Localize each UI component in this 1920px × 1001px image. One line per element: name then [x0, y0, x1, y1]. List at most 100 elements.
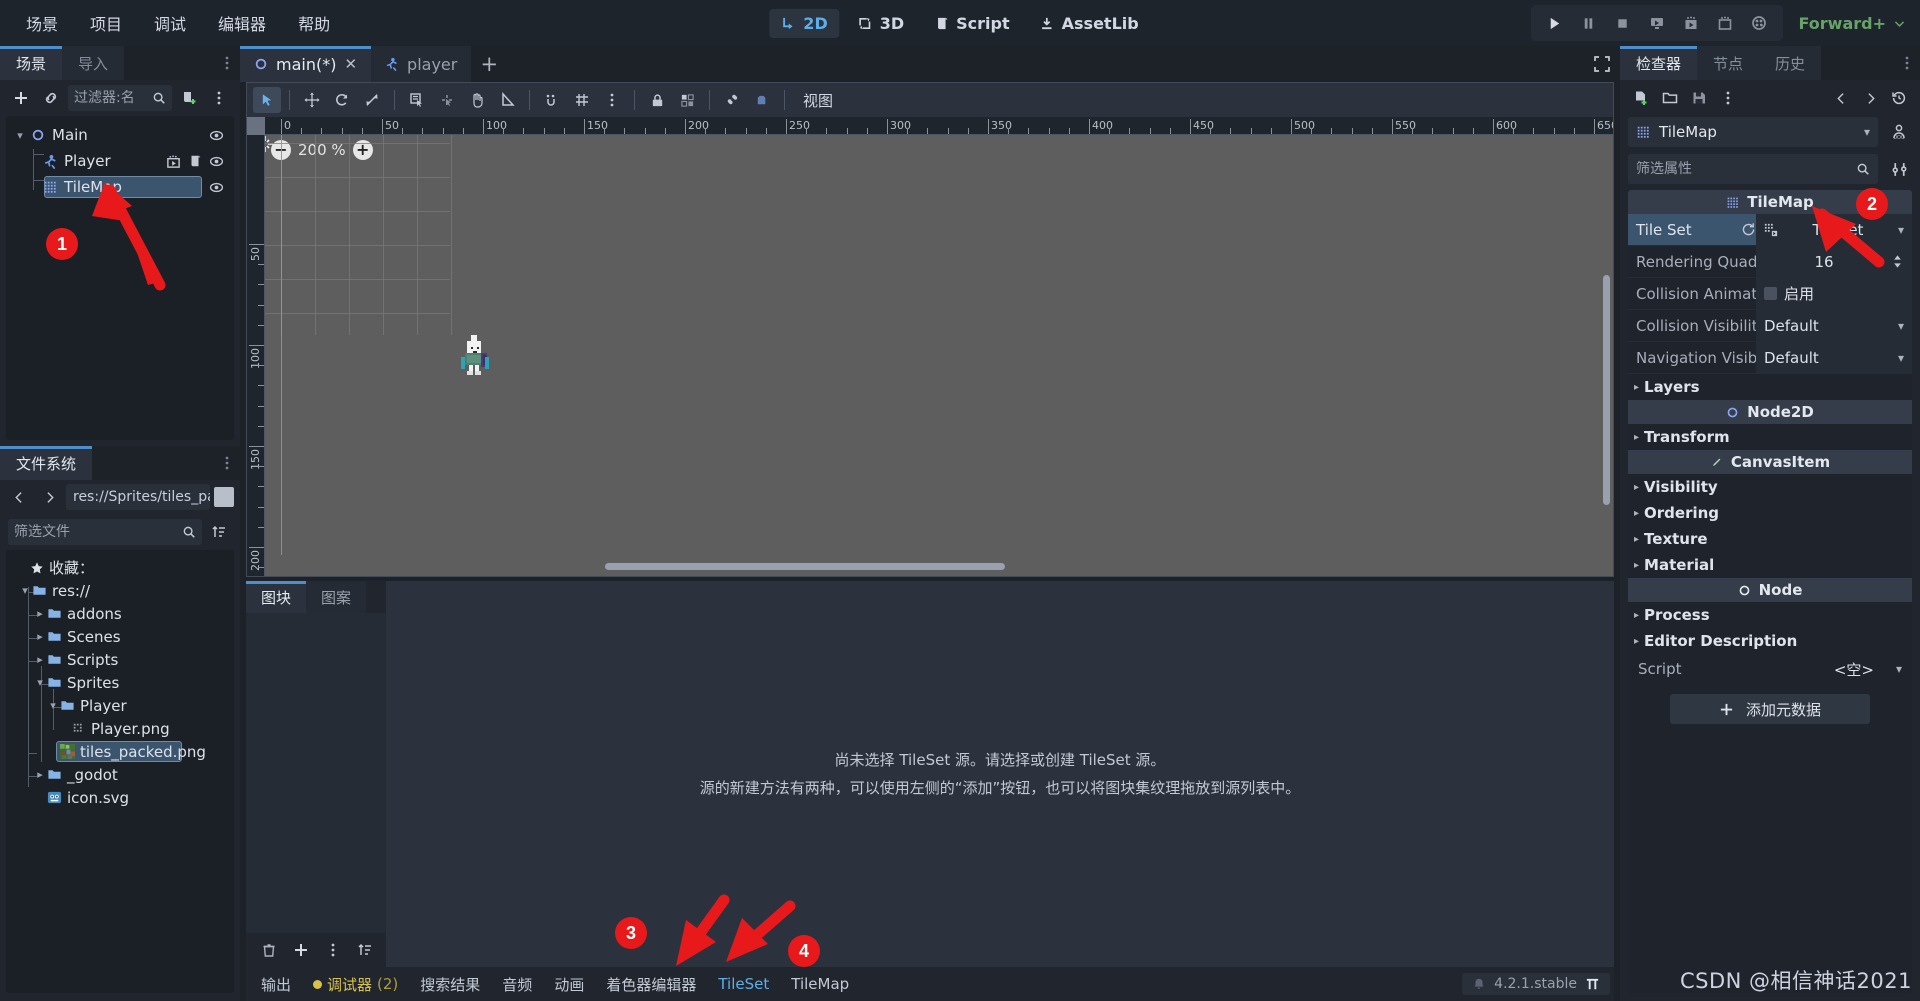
save-resource-button[interactable] [1686, 85, 1712, 111]
resource-menu-button[interactable] [1715, 85, 1741, 111]
property-section-process[interactable]: ▸ Process [1628, 602, 1912, 628]
property-section-material[interactable]: ▸ Material [1628, 552, 1912, 578]
eye-icon[interactable] [209, 180, 224, 195]
pan-tool[interactable] [463, 87, 491, 113]
file-filter-input[interactable] [14, 524, 178, 540]
horizontal-scrollbar[interactable] [605, 563, 1005, 570]
property-row-rendering-quadrant-size[interactable]: Rendering Quadr... 16 [1628, 246, 1912, 278]
menu-editor[interactable]: 编辑器 [204, 6, 280, 40]
chevron-down-icon[interactable]: ▾ [12, 129, 28, 142]
chevron-down-icon[interactable]: ▾ [1898, 351, 1904, 365]
property-row-navigation-visibility[interactable]: Navigation Visibil... Default ▾ [1628, 342, 1912, 374]
menu-debug[interactable]: 调试 [140, 6, 200, 40]
checkbox-icon[interactable] [1764, 287, 1777, 300]
scene-tree-item-player[interactable]: Player [6, 148, 234, 174]
rotate-tool[interactable] [328, 87, 356, 113]
select-tool[interactable] [253, 87, 281, 113]
property-value-tile-set[interactable]: TileSet ▾ [1756, 214, 1912, 245]
file-tree-item-tiles-packed-png[interactable]: tiles_packed.png [6, 740, 234, 763]
load-resource-button[interactable] [1657, 85, 1683, 111]
tab-tileset[interactable]: TileSet [707, 971, 780, 997]
history-next-button[interactable] [1857, 85, 1883, 111]
tileset-source-list[interactable] [246, 613, 386, 933]
tab-scene[interactable]: 场景 [0, 46, 63, 80]
play-custom-scene-button[interactable] [1709, 8, 1741, 38]
tab-output[interactable]: 输出 [250, 970, 302, 999]
close-icon[interactable]: ✕ [344, 55, 357, 73]
scene-tab-player[interactable]: player [371, 46, 472, 82]
property-section-visibility[interactable]: ▸ Visibility [1628, 474, 1912, 500]
history-prev-button[interactable] [6, 484, 32, 510]
file-tree-item-player-png[interactable]: Player.png [6, 717, 234, 740]
chevron-down-icon[interactable]: ▾ [1898, 319, 1904, 333]
menu-help[interactable]: 帮助 [284, 6, 344, 40]
tab-shader-editor[interactable]: 着色器编辑器 [595, 970, 707, 999]
property-value-navigation-visibility[interactable]: Default ▾ [1756, 342, 1912, 373]
file-tree[interactable]: 收藏： ▾ res:// ▸ addons ▸ Scenes ▸ Scripts… [6, 550, 234, 993]
history-next-button[interactable] [36, 484, 62, 510]
file-tree-item-godot[interactable]: ▸ _godot [6, 763, 234, 786]
scene-filter[interactable] [68, 85, 172, 111]
open-docs-icon[interactable]: DOC [1886, 119, 1912, 145]
scene-tree-item-tilemap[interactable]: TileMap [6, 174, 234, 200]
property-section-ordering[interactable]: ▸ Ordering [1628, 500, 1912, 526]
tab-search-results[interactable]: 搜索结果 [409, 970, 491, 999]
ruler-tool[interactable] [493, 87, 521, 113]
property-row-collision-animatable[interactable]: Collision Animata... 启用 [1628, 278, 1912, 310]
chevron-down-icon[interactable]: ▾ [33, 676, 47, 689]
filesystem-path-value[interactable]: res://Sprites/tiles_pac [66, 484, 210, 510]
chevron-right-icon[interactable]: ▸ [33, 768, 47, 781]
pivot-tool[interactable] [433, 87, 461, 113]
property-value-collision-visibility[interactable]: Default ▾ [1756, 310, 1912, 341]
add-source-button[interactable] [288, 937, 314, 963]
tab-import[interactable]: 导入 [62, 46, 125, 80]
tab-inspector[interactable]: 检查器 [1620, 46, 1698, 80]
move-tool[interactable] [298, 87, 326, 113]
inspector-properties[interactable]: TileMap Tile Set TileSet ▾ Rendering Qua… [1628, 190, 1912, 993]
property-row-collision-visibility[interactable]: Collision Visibility... Default ▾ [1628, 310, 1912, 342]
history-button[interactable] [1886, 85, 1912, 111]
tab-tiles[interactable]: 图块 [246, 581, 307, 613]
mode-2d-button[interactable]: 2D [769, 8, 840, 38]
inspector-filter-input[interactable] [1636, 161, 1856, 177]
renderer-selector[interactable]: Forward+ [1799, 14, 1907, 33]
canvas-area[interactable]: 050100150200250300350400450500550600650 … [247, 117, 1613, 576]
chevron-right-icon[interactable]: ▸ [33, 630, 47, 643]
run-project-button[interactable] [1539, 8, 1571, 38]
chevron-right-icon[interactable]: ▸ [33, 607, 47, 620]
delete-source-button[interactable] [256, 937, 282, 963]
snap-mode-button[interactable] [538, 87, 566, 113]
menu-scene[interactable]: 场景 [12, 6, 72, 40]
eye-icon[interactable] [209, 154, 224, 169]
file-tree-item-scenes[interactable]: ▸ Scenes [6, 625, 234, 648]
lock-button[interactable] [643, 87, 671, 113]
pause-button[interactable] [1573, 8, 1605, 38]
list-select-tool[interactable] [403, 87, 431, 113]
add-node-button[interactable] [8, 85, 34, 111]
view-menu-button[interactable]: 视图 [793, 90, 843, 111]
add-metadata-button[interactable]: 添加元数据 [1670, 694, 1870, 724]
scene-tree[interactable]: ▾ Main Player TileMap [6, 116, 234, 440]
instantiate-scene-button[interactable] [38, 85, 64, 111]
add-scene-button[interactable]: + [471, 46, 507, 82]
distraction-free-button[interactable] [1584, 46, 1620, 82]
chevron-down-icon[interactable]: ▾ [46, 699, 60, 712]
inspector-tools-icon[interactable] [1886, 156, 1912, 182]
file-filter[interactable] [8, 519, 202, 545]
tab-history[interactable]: 历史 [1759, 46, 1822, 80]
inspector-object-button[interactable]: TileMap ▾ [1628, 117, 1878, 147]
chevron-down-icon[interactable]: ▾ [18, 584, 32, 597]
scene-tab-main[interactable]: main(*) ✕ [240, 46, 372, 82]
menu-project[interactable]: 项目 [76, 6, 136, 40]
property-value-rendering-quadrant[interactable]: 16 [1756, 246, 1912, 277]
player-sprite[interactable] [455, 335, 493, 375]
play-scene-button[interactable] [1675, 8, 1707, 38]
file-tree-item-sprites[interactable]: ▾ Sprites [6, 671, 234, 694]
property-section-transform[interactable]: ▸ Transform [1628, 424, 1912, 450]
file-tree-item-res[interactable]: ▾ res:// [6, 579, 234, 602]
eye-icon[interactable] [209, 128, 224, 143]
new-resource-button[interactable] [1628, 85, 1654, 111]
file-tree-item-player-folder[interactable]: ▾ Player [6, 694, 234, 717]
scene-filter-input[interactable] [74, 90, 148, 106]
sort-files-button[interactable] [206, 519, 232, 545]
